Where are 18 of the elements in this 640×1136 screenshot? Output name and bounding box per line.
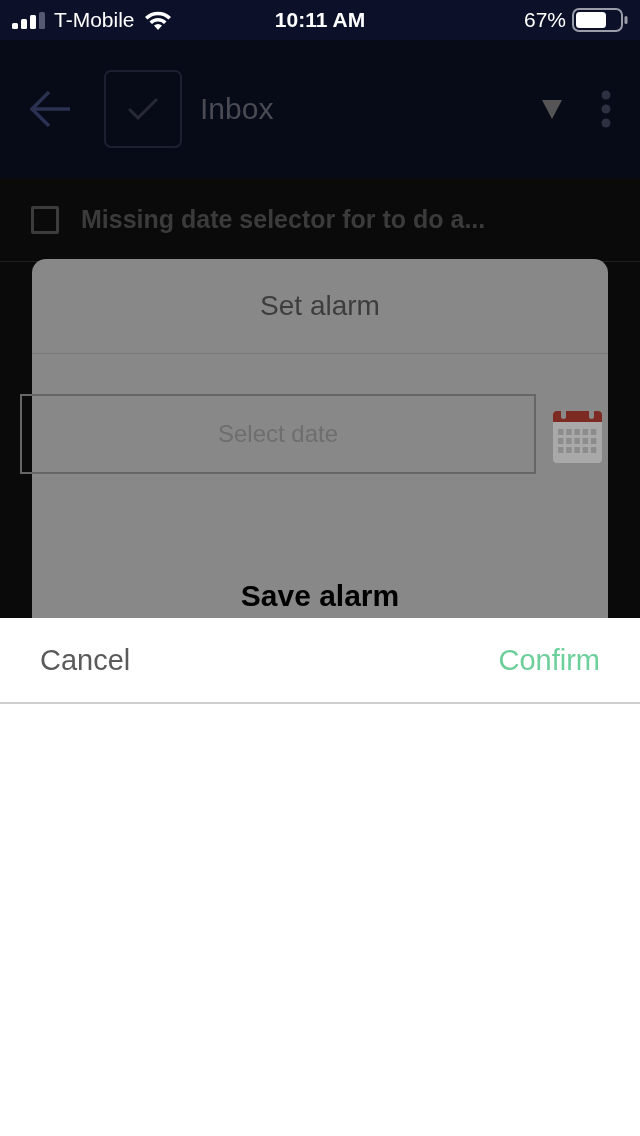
checkmark-icon xyxy=(128,98,158,120)
task-checkbox[interactable] xyxy=(31,205,59,234)
wifi-icon xyxy=(143,10,172,30)
dropdown-triangle-icon xyxy=(542,99,562,119)
battery-percent: 67% xyxy=(523,8,566,32)
back-button[interactable] xyxy=(30,90,70,128)
cancel-button[interactable]: Cancel xyxy=(40,639,131,681)
back-arrow-icon xyxy=(30,90,70,128)
signal-icon xyxy=(12,11,45,29)
list-title: Inbox xyxy=(200,92,275,126)
save-alarm-button[interactable]: Save alarm xyxy=(232,579,408,612)
dialog-title: Set alarm xyxy=(260,290,380,322)
more-button[interactable] xyxy=(600,90,612,128)
kebab-menu-icon xyxy=(600,90,612,128)
clock-time: 10:11 AM xyxy=(274,8,366,32)
carrier-name: T-Mobile xyxy=(54,8,135,32)
dropdown-button[interactable] xyxy=(542,99,562,119)
battery-icon xyxy=(572,8,628,32)
